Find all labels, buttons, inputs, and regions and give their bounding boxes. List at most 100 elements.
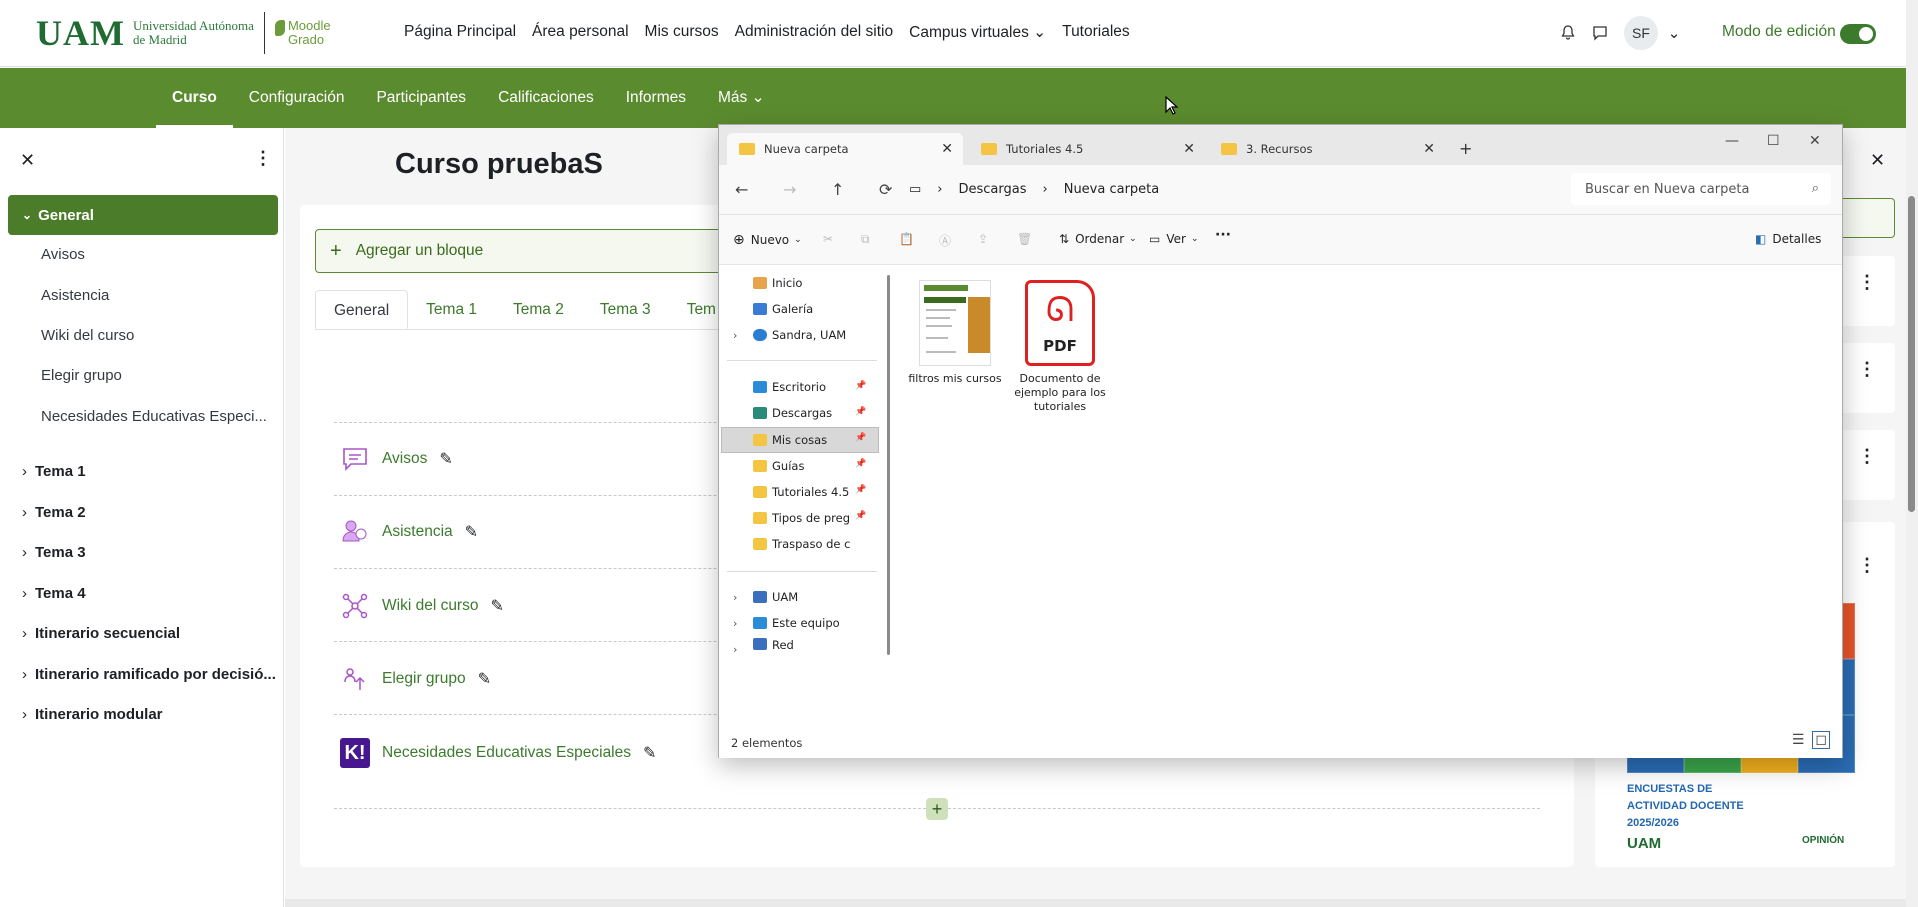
maximize-button[interactable]: ☐ [1767,133,1780,149]
cut-icon[interactable]: ✂ [823,232,833,246]
tab-course[interactable]: Curso [156,68,233,128]
search-input[interactable]: Buscar en Nueva carpeta ⌕ [1571,173,1831,205]
tab-reports[interactable]: Informes [610,68,702,128]
activity-elegir-grupo[interactable]: Elegir grupo ✎ [340,664,491,694]
nav-site-admin[interactable]: Administración del sitio [735,23,894,42]
chevron-right-icon[interactable]: › [733,643,737,656]
view-button[interactable]: ▭ Ver ⌄ [1149,232,1198,246]
new-tab-button[interactable]: + [1459,139,1472,158]
pencil-icon[interactable]: ✎ [439,449,452,469]
kebab-menu-icon[interactable]: ⋮ [1858,555,1876,576]
breadcrumb[interactable]: ▭ › Descargas › Nueva carpeta [909,182,1159,197]
activity-asistencia[interactable]: Asistencia ✎ [340,517,478,547]
close-window-button[interactable]: ✕ [1809,133,1821,149]
close-icon[interactable]: ✕ [1870,150,1885,171]
tab-more[interactable]: Más ⌄ [702,68,781,128]
nav-onedrive[interactable]: Sandra, UAM [753,324,851,346]
nav-guias[interactable]: Guías [753,455,851,477]
share-icon[interactable]: ⇪ [978,232,988,246]
course-index-section[interactable]: › Tema 1 [22,463,86,480]
tab-tema-2[interactable]: Tema 2 [495,290,582,329]
breadcrumb-descargas[interactable]: Descargas [959,182,1027,197]
paste-icon[interactable]: 📋 [899,232,914,246]
activity-wiki[interactable]: Wiki del curso ✎ [340,591,504,621]
edit-mode-toggle[interactable] [1840,24,1876,44]
up-arrow-icon[interactable]: ↑ [831,180,844,199]
list-view-icon[interactable]: ☰ [1792,732,1805,748]
user-avatar[interactable]: SF [1624,16,1658,50]
copy-icon[interactable]: ⧉ [861,232,870,247]
nav-tutoriales[interactable]: Tutoriales 4.5 [753,481,851,503]
activity-avisos[interactable]: Avisos ✎ [340,444,453,474]
chevron-right-icon[interactable]: › [733,617,737,630]
tab-tema-3[interactable]: Tema 3 [582,290,669,329]
scrollbar-thumb[interactable] [1908,196,1915,512]
course-index-section[interactable]: › Tema 4 [22,585,86,602]
activity-nee[interactable]: K! Necesidades Educativas Especiales ✎ [340,738,656,768]
back-arrow-icon[interactable]: ← [735,180,748,199]
tiles-view-icon[interactable]: ◻ [1812,731,1830,749]
nav-mis-cosas[interactable]: Mis cosas [753,429,851,451]
nav-traspaso[interactable]: Traspaso de conteni [753,533,851,555]
pencil-icon[interactable]: ✎ [478,669,491,689]
tab-general[interactable]: General [315,290,409,329]
nav-virtual-campus[interactable]: Campus virtuales ⌄ [909,23,1046,42]
course-index-item[interactable]: Asistencia [41,287,109,304]
add-section-button[interactable]: + [926,798,948,820]
explorer-tab-tutoriales[interactable]: Tutoriales 4.5 ✕ [969,133,1205,165]
delete-icon[interactable]: 🗑 [1017,232,1032,246]
close-icon[interactable]: ✕ [1183,141,1195,157]
pencil-icon[interactable]: ✎ [465,522,478,542]
details-button[interactable]: ◧ Detalles [1755,232,1821,246]
activity-link[interactable]: Elegir grupo [382,670,466,688]
nav-gallery[interactable]: Galería [753,298,851,320]
activity-link[interactable]: Wiki del curso [382,597,478,615]
course-index-section[interactable]: › Tema 3 [22,544,86,561]
tab-tema-1[interactable]: Tema 1 [408,290,495,329]
refresh-icon[interactable]: ⟳ [879,180,892,199]
nav-this-pc[interactable]: Este equipo [753,612,851,634]
page-scrollbar[interactable] [1906,0,1918,907]
nav-tutorials[interactable]: Tutoriales [1062,23,1129,42]
nav-network[interactable]: Red [753,638,851,652]
course-index-general[interactable]: ⌄ General [8,195,278,235]
bell-icon[interactable] [1560,25,1576,41]
course-index-item[interactable]: Elegir grupo [41,367,122,384]
kebab-menu-icon[interactable]: ⋮ [1858,446,1876,467]
activity-link[interactable]: Avisos [382,450,427,468]
course-index-section[interactable]: › Itinerario ramificado por decisió... [22,666,276,683]
forward-arrow-icon[interactable]: → [783,180,796,199]
nav-home[interactable]: Página Principal [404,23,516,42]
more-options-icon[interactable]: ··· [1215,227,1231,243]
chevron-right-icon[interactable]: › [733,329,737,342]
tab-participants[interactable]: Participantes [360,68,482,128]
pdf-icon[interactable]: ᘏ PDF [1025,280,1095,366]
tab-grades[interactable]: Calificaciones [482,68,610,128]
nav-home[interactable]: Inicio [753,272,851,294]
pencil-icon[interactable]: ✎ [490,596,503,616]
activity-link[interactable]: Necesidades Educativas Especiales [382,744,631,762]
close-icon[interactable]: ✕ [20,150,35,171]
nav-dashboard[interactable]: Área personal [532,23,629,42]
file-name[interactable]: Documento de ejemplo para los tutoriales [1013,372,1107,414]
course-index-section[interactable]: › Tema 2 [22,504,86,521]
activity-link[interactable]: Asistencia [382,523,453,541]
kebab-menu-icon[interactable]: ⋮ [1858,359,1876,380]
messages-icon[interactable] [1592,25,1608,41]
chevron-right-icon[interactable]: › [733,591,737,604]
rename-icon[interactable]: Ⓐ [939,232,951,249]
nav-pane-scrollbar[interactable] [887,275,890,655]
kebab-menu-icon[interactable]: ⋮ [1858,272,1876,293]
nav-desktop[interactable]: Escritorio [753,376,851,398]
chevron-down-icon[interactable]: ⌄ [1666,25,1682,42]
close-icon[interactable]: ✕ [941,141,953,157]
tab-settings[interactable]: Configuración [233,68,361,128]
site-logo[interactable]: UAM Universidad Autónoma de Madrid Moodle… [36,12,331,54]
horizontal-scrollbar[interactable] [285,899,1906,907]
course-index-item[interactable]: Wiki del curso [41,327,134,344]
kebab-menu-icon[interactable]: ⋮ [254,148,272,169]
course-index-item[interactable]: Necesidades Educativas Especi... [41,408,267,425]
image-thumbnail[interactable] [919,280,991,366]
close-icon[interactable]: ✕ [1423,141,1435,157]
pencil-icon[interactable]: ✎ [643,743,656,763]
